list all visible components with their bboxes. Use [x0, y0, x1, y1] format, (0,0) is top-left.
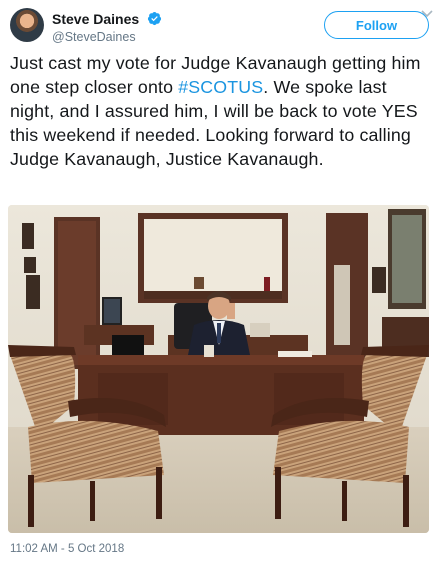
tweet-timestamp[interactable]: 11:02 AM - 5 Oct 2018 — [10, 543, 124, 555]
avatar[interactable] — [10, 8, 44, 42]
tweet-photo[interactable] — [8, 205, 429, 533]
display-name[interactable]: Steve Daines — [52, 11, 139, 27]
hashtag-link[interactable]: #SCOTUS — [178, 77, 263, 97]
user-names[interactable]: Steve Daines @SteveDaines — [52, 10, 162, 44]
office-photo-illustration — [8, 205, 429, 533]
follow-button[interactable]: Follow — [324, 11, 429, 39]
tweet-text: Just cast my vote for Judge Kavanaugh ge… — [10, 51, 430, 171]
user-handle[interactable]: @SteveDaines — [52, 30, 162, 44]
verified-badge-icon — [147, 12, 161, 26]
